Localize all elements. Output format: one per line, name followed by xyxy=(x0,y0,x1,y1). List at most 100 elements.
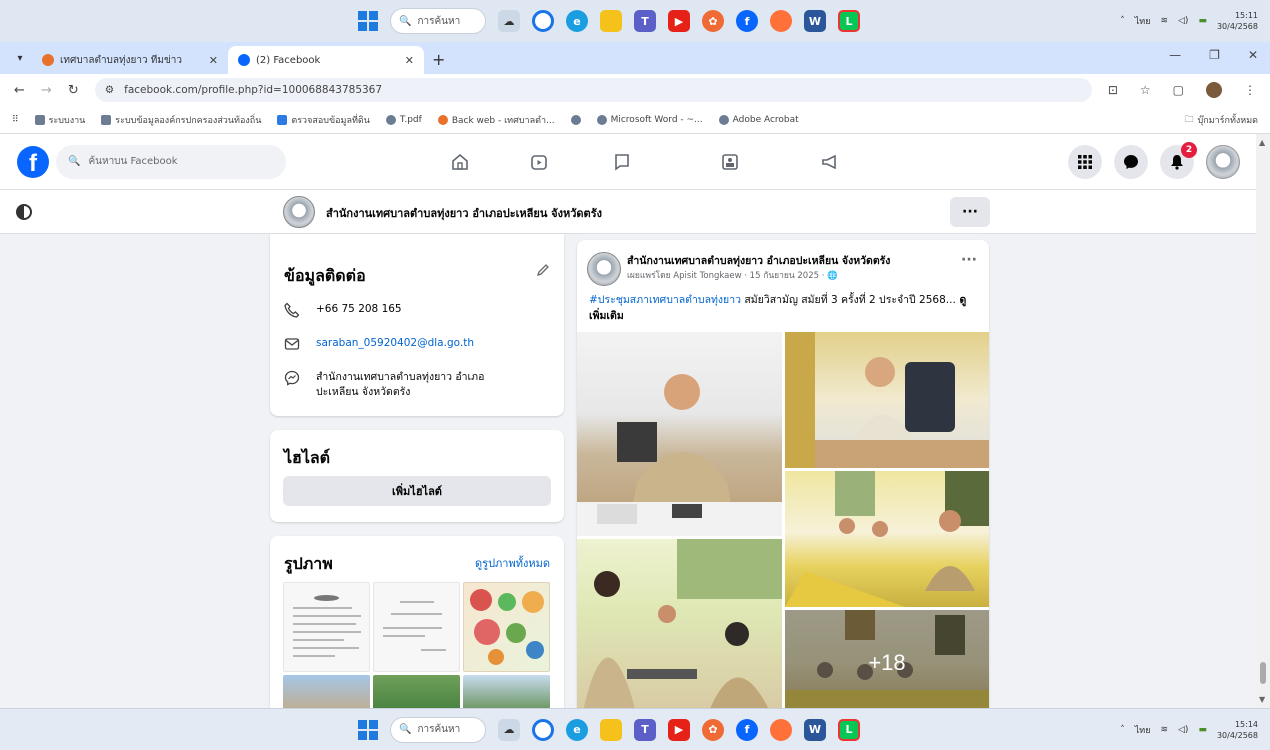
more-photos-overlay[interactable]: +18 xyxy=(785,610,989,716)
menu-icon[interactable]: ⋮ xyxy=(1244,83,1256,97)
pencil-edit-icon[interactable] xyxy=(536,262,550,281)
bookmark-star-icon[interactable]: ☆ xyxy=(1140,83,1151,97)
battery-icon[interactable]: ▬ xyxy=(1198,16,1207,26)
file-explorer-icon[interactable] xyxy=(600,718,622,741)
facebook-search-input[interactable]: 🔍 ค้นหาบน Facebook xyxy=(56,144,286,179)
add-highlight-button[interactable]: เพิ่มไฮไลต์ xyxy=(283,476,551,506)
youtube-icon[interactable]: ▶ xyxy=(668,718,690,741)
facebook-app-icon[interactable]: f xyxy=(736,718,758,741)
more-options-button[interactable]: ··· xyxy=(950,197,990,227)
facebook-logo-icon[interactable]: f xyxy=(17,145,49,178)
chrome-icon[interactable] xyxy=(532,718,554,741)
bookmark-item[interactable]: ระบบข้อมูลองค์กรปกครองส่วนท้องถิ่น xyxy=(101,113,261,127)
post-hashtag[interactable]: #ประชุมสภาเทศบาลตำบลทุ่งยาว xyxy=(589,294,741,306)
youtube-icon[interactable]: ▶ xyxy=(668,10,690,32)
all-bookmarks[interactable]: 🗀 บุ๊กมาร์กทั้งหมด xyxy=(1185,112,1258,128)
bookmark-item[interactable]: Back web - เทศบาลตำ... xyxy=(437,113,555,127)
clock[interactable]: 15:11 30/4/2568 xyxy=(1217,10,1258,32)
site-info-icon[interactable]: ⚙ xyxy=(105,84,114,96)
clock[interactable]: 15:14 30/4/2568 xyxy=(1217,719,1258,741)
post-photo[interactable] xyxy=(577,539,782,716)
photos-icon[interactable]: ✿ xyxy=(702,718,724,741)
scroll-up-arrow-icon[interactable]: ▲ xyxy=(1259,138,1265,147)
minimize-icon[interactable]: — xyxy=(1169,48,1181,62)
bookmark-item[interactable]: Adobe Acrobat xyxy=(718,114,799,125)
scrollbar-thumb[interactable] xyxy=(1260,662,1266,684)
post-more-options-icon[interactable]: ··· xyxy=(961,252,977,268)
menu-grid-icon[interactable] xyxy=(1068,144,1102,179)
post-photo[interactable] xyxy=(785,471,989,607)
wifi-icon[interactable]: ≋ xyxy=(1160,16,1168,26)
tab-inactive[interactable]: เทศบาลตำบลทุ่งยาว ทีมข่าว ✕ xyxy=(32,46,228,74)
taskbar-search[interactable]: 🔍 การค้นหา xyxy=(390,8,486,34)
maximize-icon[interactable]: ❐ xyxy=(1209,48,1220,62)
volume-icon[interactable]: ◁) xyxy=(1178,725,1188,735)
teams-icon[interactable]: T xyxy=(634,10,656,32)
groups-icon[interactable] xyxy=(716,148,744,176)
post-author-name[interactable]: สำนักงานเทศบาลตำบลทุ่งยาว อำเภอปะเหลียน … xyxy=(627,252,957,269)
notifications-bell-icon[interactable]: 2 xyxy=(1160,141,1197,179)
close-icon[interactable]: ✕ xyxy=(405,54,414,67)
battery-icon[interactable]: ▬ xyxy=(1198,725,1207,735)
bookmark-item[interactable] xyxy=(570,114,581,125)
teams-icon[interactable]: T xyxy=(634,718,656,741)
bookmark-item[interactable]: T.pdf xyxy=(385,114,422,125)
post-photo[interactable]: +18 xyxy=(785,610,989,716)
start-button[interactable] xyxy=(358,719,378,740)
widgets-icon[interactable]: ☁ xyxy=(498,10,520,32)
photos-icon[interactable]: ✿ xyxy=(702,10,724,32)
reload-icon[interactable]: ↻ xyxy=(68,83,79,98)
contact-messenger[interactable]: สำนักงานเทศบาลตำบลทุ่งยาว อำเภอปะเหลียน … xyxy=(316,370,526,400)
edge-icon[interactable]: e xyxy=(566,718,588,741)
wifi-icon[interactable]: ≋ xyxy=(1160,725,1168,735)
line-icon[interactable]: L xyxy=(838,10,860,32)
apps-grid-icon[interactable]: ⠿ xyxy=(12,115,19,125)
bookmark-item[interactable]: Microsoft Word - ~... xyxy=(596,114,703,125)
post-meta-text[interactable]: เผยแพร่โดย Apisit Tongkaew · 15 กันยายน … xyxy=(627,271,824,281)
post-author-avatar[interactable] xyxy=(587,252,621,286)
tab-search-dropdown[interactable]: ▾ xyxy=(8,46,32,70)
extensions-icon[interactable]: ▢ xyxy=(1173,83,1184,97)
bookmark-item[interactable]: ระบบงาน xyxy=(34,113,85,127)
video-icon[interactable] xyxy=(525,148,553,176)
post-photo[interactable] xyxy=(577,332,782,536)
firefox-icon[interactable] xyxy=(770,10,792,32)
file-explorer-icon[interactable] xyxy=(600,10,622,32)
back-icon[interactable]: ← xyxy=(14,83,25,98)
chevron-up-icon[interactable]: ˄ xyxy=(1120,725,1125,735)
close-window-icon[interactable]: ✕ xyxy=(1248,48,1258,62)
marketplace-flag-icon[interactable] xyxy=(608,148,636,176)
edge-icon[interactable]: e xyxy=(566,10,588,32)
megaphone-icon[interactable] xyxy=(816,148,844,176)
page-scrollbar[interactable]: ▲ ▼ xyxy=(1256,134,1270,708)
word-icon[interactable]: W xyxy=(804,718,826,741)
see-all-photos-link[interactable]: ดูรูปภาพทั้งหมด xyxy=(475,554,550,572)
post-photo[interactable] xyxy=(785,332,989,468)
photo-thumbnail[interactable] xyxy=(373,582,460,672)
messenger-icon[interactable] xyxy=(1114,144,1148,179)
line-icon[interactable]: L xyxy=(838,718,860,741)
profile-avatar[interactable] xyxy=(1206,82,1222,98)
omnibox[interactable]: ⚙ facebook.com/profile.php?id=1000688437… xyxy=(94,78,1092,102)
start-button[interactable] xyxy=(358,11,378,31)
photo-thumbnail[interactable] xyxy=(283,582,370,672)
scroll-down-arrow-icon[interactable]: ▼ xyxy=(1259,695,1265,704)
chrome-icon[interactable] xyxy=(532,10,554,32)
home-icon[interactable] xyxy=(446,148,474,176)
widgets-icon[interactable]: ☁ xyxy=(498,718,520,741)
chevron-up-icon[interactable]: ˄ xyxy=(1120,16,1125,26)
account-avatar[interactable] xyxy=(1206,144,1240,179)
photo-thumbnail[interactable] xyxy=(463,582,550,672)
volume-icon[interactable]: ◁) xyxy=(1178,16,1188,26)
taskbar-search[interactable]: 🔍 การค้นหา xyxy=(390,716,486,743)
page-name[interactable]: สำนักงานเทศบาลตำบลทุ่งยาว อำเภอปะเหลียน … xyxy=(326,204,602,222)
word-icon[interactable]: W xyxy=(804,10,826,32)
firefox-icon[interactable] xyxy=(770,718,792,741)
forward-icon[interactable]: → xyxy=(41,83,52,98)
page-avatar[interactable] xyxy=(283,196,315,228)
language-indicator[interactable]: ไทย xyxy=(1135,723,1151,737)
contact-email-link[interactable]: saraban_05920402@dla.go.th xyxy=(316,336,526,351)
language-indicator[interactable]: ไทย xyxy=(1135,14,1151,28)
new-tab-button[interactable]: + xyxy=(432,50,445,69)
bookmark-item[interactable]: ตรวจสอบข้อมูลที่ดิน xyxy=(277,113,370,127)
